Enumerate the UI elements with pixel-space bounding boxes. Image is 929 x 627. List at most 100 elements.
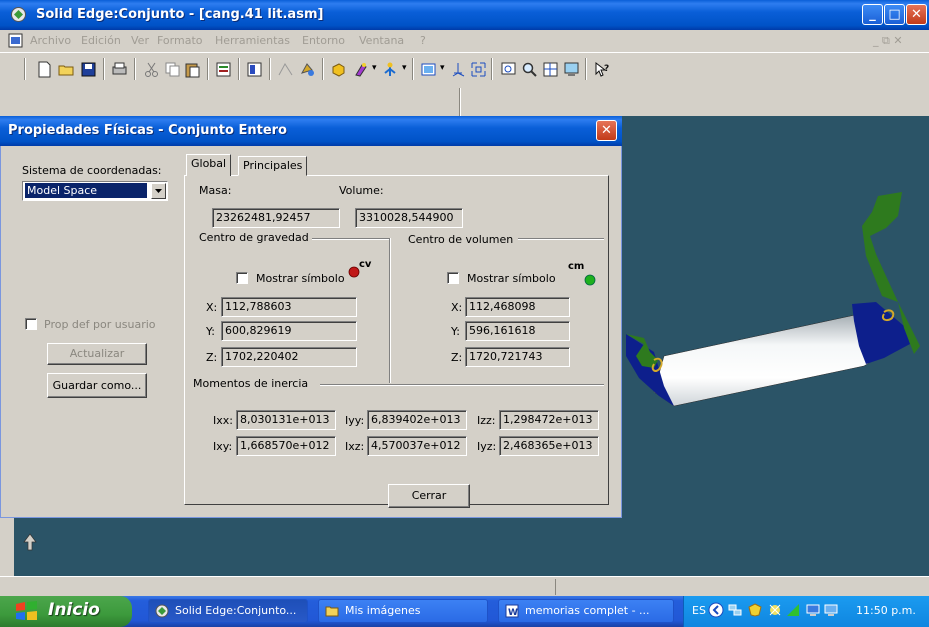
cov-z-field[interactable]: 1720,721743 [465,347,570,367]
security-icon[interactable] [748,603,762,617]
dropdown-arrow-icon[interactable]: ▾ [402,63,407,73]
monitor-tray-icon[interactable] [806,603,820,617]
cog-show-symbol-checkbox[interactable] [236,272,248,284]
toolbar-separator [207,58,209,80]
cog-y-label: Y: [206,325,215,338]
task-label: Mis imágenes [345,604,421,617]
task-label: Solid Edge:Conjunto... [175,604,297,617]
svg-text:W: W [508,608,518,618]
cog-z-field[interactable]: 1702,220402 [221,347,357,367]
network-icon[interactable] [728,603,742,617]
view-icon[interactable] [420,61,437,78]
menu-formato[interactable]: Formato [157,34,203,47]
minimize-button[interactable]: _ [862,4,883,25]
signal-icon[interactable] [786,603,800,617]
close-dialog-button[interactable]: Cerrar [388,484,470,508]
display-tray-icon[interactable] [824,603,838,617]
iyy-field[interactable]: 6,839402e+013 [367,410,467,430]
dropdown-arrow-icon[interactable]: ▾ [372,63,377,73]
dialog-title: Propiedades Físicas - Conjunto Entero [8,123,287,138]
paste-icon[interactable] [184,61,201,78]
close-window-button[interactable]: ✕ [906,4,927,25]
menu-archivo[interactable]: Archivo [30,34,71,47]
cog-x-field[interactable]: 112,788603 [221,297,357,317]
zoom-icon[interactable] [521,61,538,78]
menu-ventana[interactable]: Ventana [359,34,404,47]
cov-x-field[interactable]: 112,468098 [465,297,570,317]
ixz-field[interactable]: 4,570037e+012 [367,436,467,456]
save-icon[interactable] [80,61,97,78]
start-label[interactable]: Inicio [48,600,100,620]
properties-icon[interactable] [215,61,232,78]
antivirus-icon[interactable] [768,603,782,617]
windows-flag-icon [16,601,37,620]
tab-global[interactable]: Global [186,154,232,176]
coord-system-value[interactable]: Model Space [25,183,147,198]
ixy-label: Ixy: [213,440,233,453]
prop-user-checkbox[interactable] [25,318,37,330]
monitor-view-icon[interactable] [563,61,580,78]
izz-label: Izz: [477,414,496,427]
cog-group-border [308,238,390,240]
prop-user-label: Prop def por usuario [44,318,156,331]
maximize-button[interactable]: □ [884,4,905,25]
toolbar-separator [134,58,136,80]
print-icon[interactable] [111,61,128,78]
task-word-document[interactable]: W memorias complet - ... [498,599,674,623]
mass-field[interactable]: 23262481,92457 [212,208,340,228]
cog-y-field[interactable]: 600,829619 [221,321,357,341]
clock[interactable]: 11:50 p.m. [856,604,916,617]
task-mis-imagenes[interactable]: Mis imágenes [318,599,488,623]
open-folder-icon[interactable] [58,61,75,78]
document-icon[interactable] [8,33,23,48]
update-button[interactable]: Actualizar [47,343,147,365]
secondary-toolbar [0,86,929,116]
mdi-window-controls[interactable]: _ ⧉ ✕ [873,34,903,48]
status-bar [0,576,929,597]
fit-icon[interactable] [470,61,487,78]
copy-icon[interactable] [164,61,181,78]
cog-show-symbol-label: Mostrar símbolo [256,272,345,285]
dialog-close-button[interactable]: ✕ [596,120,617,141]
cov-symbol-label: cm [568,261,585,272]
menu-ver[interactable]: Ver [131,34,149,47]
tab-principales[interactable]: Principales [238,156,308,176]
collapse-tray-icon[interactable] [708,602,724,618]
grid-view-icon[interactable] [542,61,559,78]
cov-group-title: Centro de volumen [405,233,517,246]
paint-icon[interactable] [352,61,369,78]
save-as-button[interactable]: Guardar como... [47,373,147,398]
cov-y-field[interactable]: 596,161618 [465,321,570,341]
zoom-area-icon[interactable] [500,61,517,78]
toolbar-separator [491,58,493,80]
menu-help[interactable]: ? [420,34,426,47]
ixx-field[interactable]: 8,030131e+013 [236,410,336,430]
axes-icon[interactable] [450,61,467,78]
ixy-field[interactable]: 1,668570e+012 [236,436,336,456]
menu-entorno[interactable]: Entorno [302,34,345,47]
part-tool-icon[interactable] [299,61,316,78]
language-indicator[interactable]: ES [692,604,706,617]
select-tool-icon[interactable] [246,61,263,78]
dropdown-arrow-icon[interactable]: ▾ [440,63,445,73]
iyz-field[interactable]: 2,468365e+013 [499,436,599,456]
light-icon[interactable] [382,61,399,78]
volume-field[interactable]: 3310028,544900 [355,208,463,228]
izz-field[interactable]: 1,298472e+013 [499,410,599,430]
iyy-label: Iyy: [345,414,365,427]
assembly-tool-icon[interactable] [277,61,294,78]
help-pointer-icon[interactable]: ? [594,61,611,78]
inertia-group-title: Momentos de inercia [190,377,312,390]
new-file-icon[interactable] [36,61,53,78]
cut-icon[interactable] [143,61,160,78]
yellow-part-icon[interactable] [330,61,347,78]
toolbar-grip[interactable] [24,58,26,80]
toolbar-separator [459,88,461,116]
cov-show-symbol-checkbox[interactable] [447,272,459,284]
cov-x-label: X: [451,301,463,314]
menu-herramientas[interactable]: Herramientas [215,34,290,47]
menu-edicion[interactable]: Edición [81,34,121,47]
svg-text:?: ? [604,64,609,74]
chevron-down-icon[interactable] [151,183,166,199]
task-solid-edge[interactable]: Solid Edge:Conjunto... [148,599,308,623]
